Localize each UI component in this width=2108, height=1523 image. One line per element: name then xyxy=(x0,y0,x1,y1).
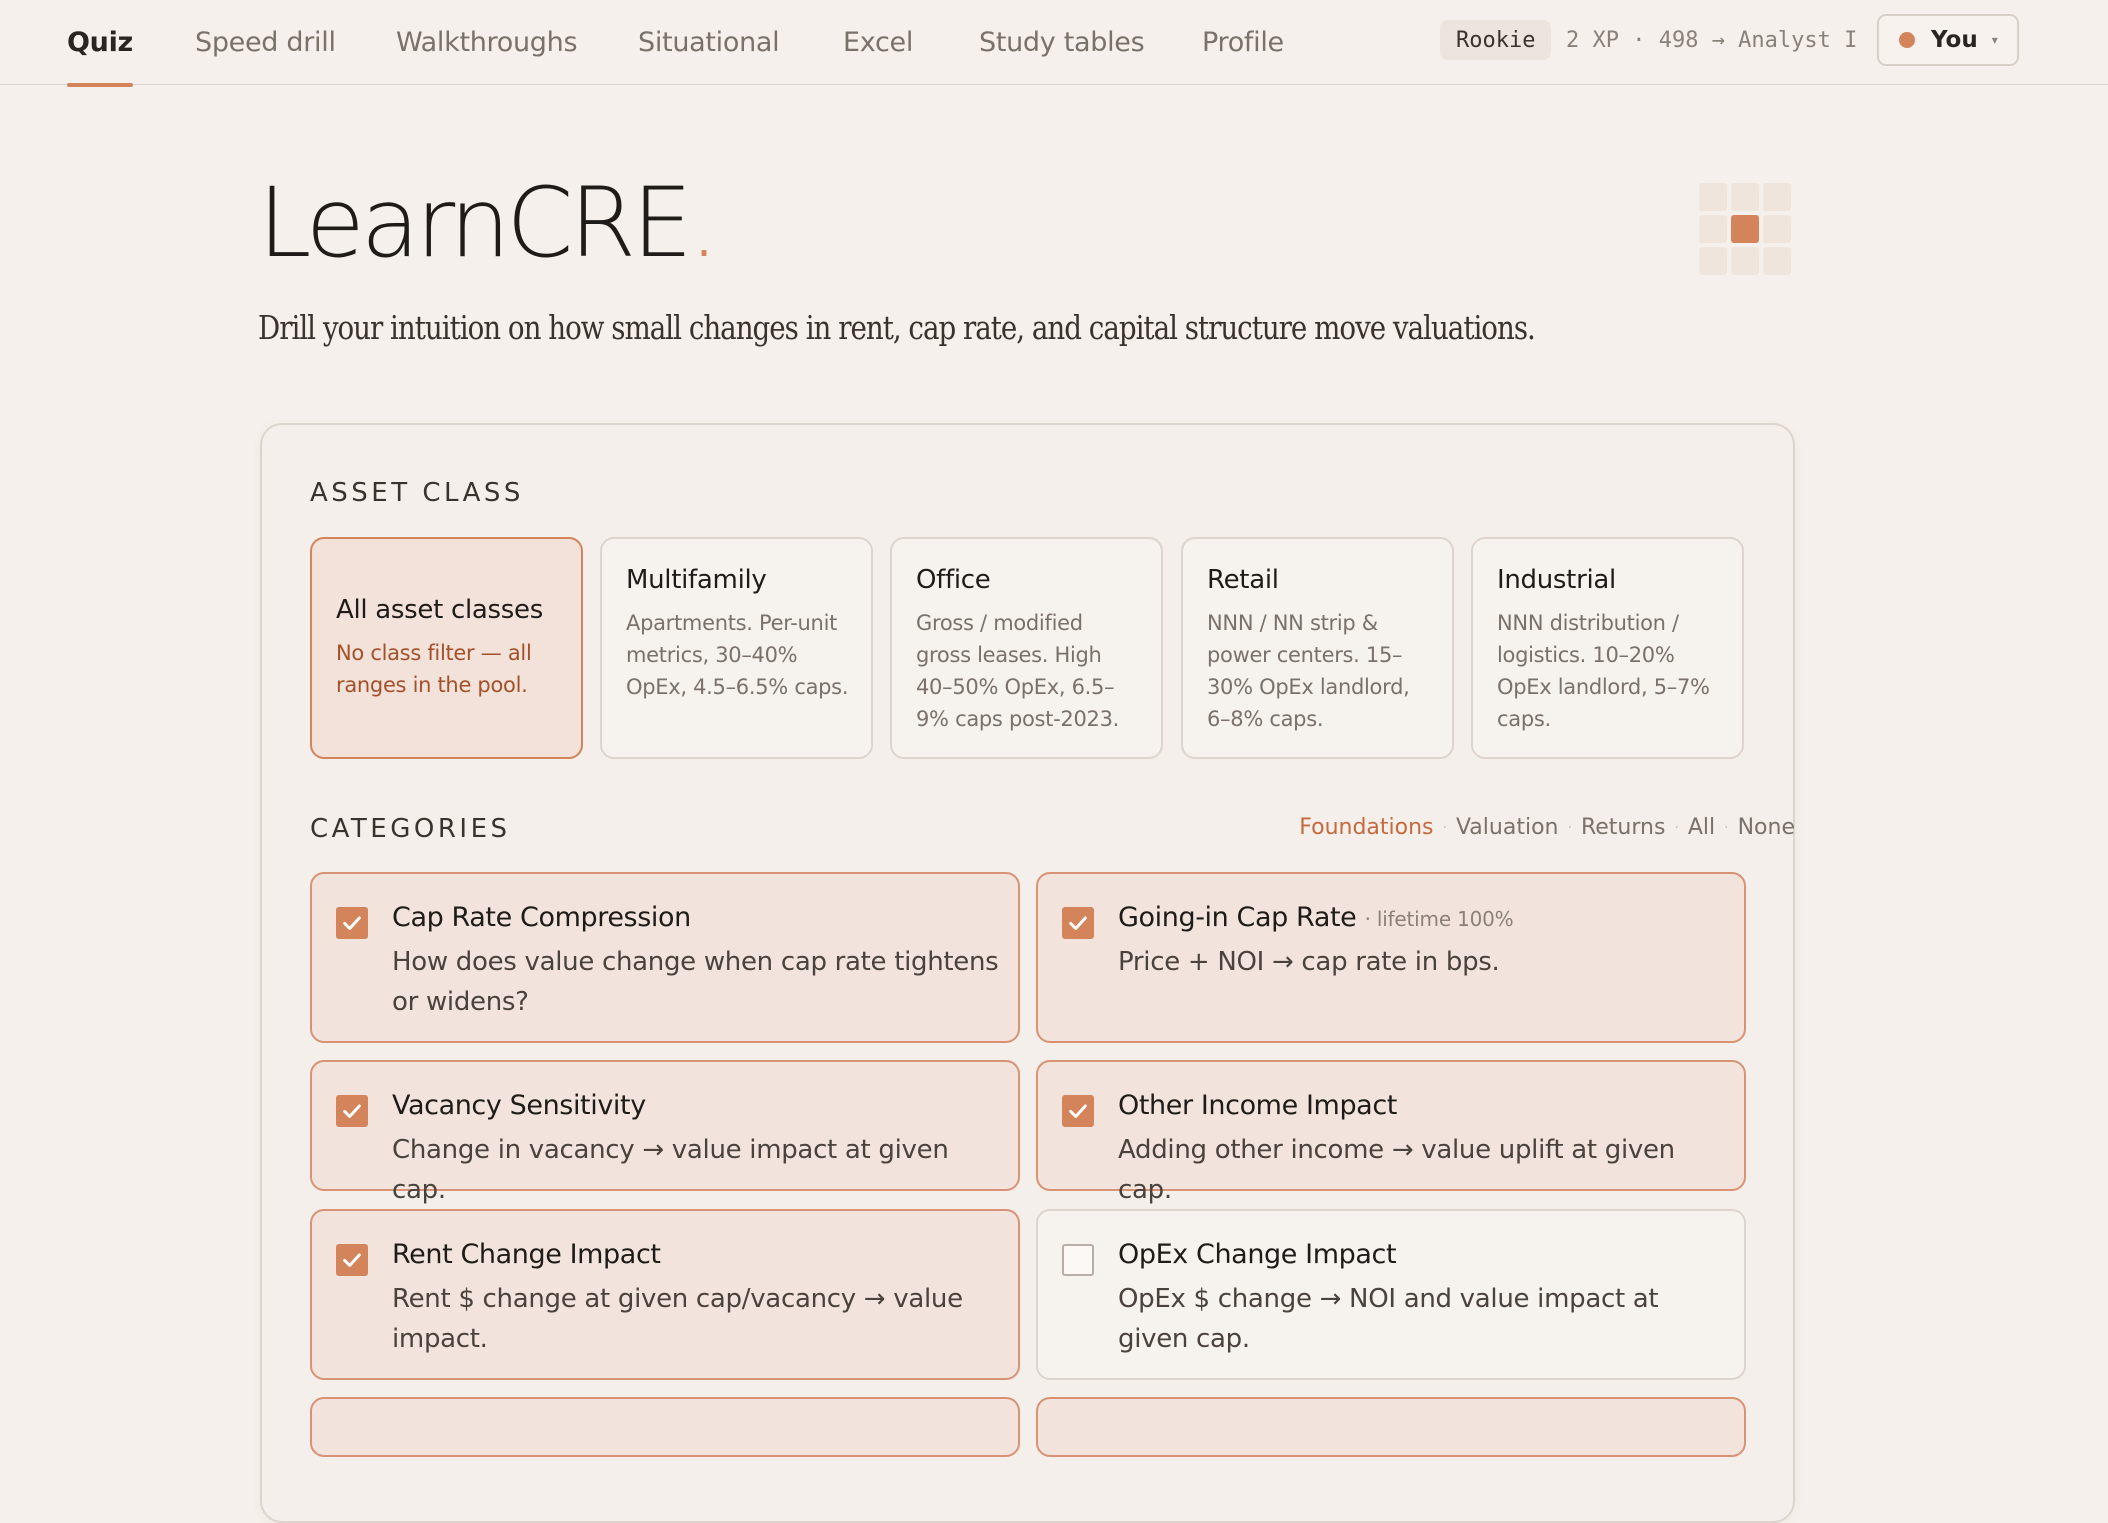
category-title: Vacancy Sensitivity xyxy=(392,1090,646,1121)
brand-title: LearnCRE. xyxy=(258,175,719,271)
category-other-income-impact[interactable]: Other Income Impact Adding other income … xyxy=(1036,1060,1746,1205)
category-title: Other Income Impact xyxy=(1118,1090,1397,1121)
filter-separator: · xyxy=(1442,819,1447,836)
category-opex-change-impact[interactable]: OpEx Change Impact OpEx $ change → NOI a… xyxy=(1036,1209,1746,1380)
tab-speed-drill[interactable]: Speed drill xyxy=(195,0,336,85)
logo-cell xyxy=(1763,183,1791,211)
category-rent-change-impact[interactable]: Rent Change Impact Rent $ change at give… xyxy=(310,1209,1020,1380)
category-desc: Price + NOI → cap rate in bps. xyxy=(1118,947,1500,977)
tab-excel[interactable]: Excel xyxy=(843,0,913,85)
category-title-text: Vacancy Sensitivity xyxy=(392,1090,646,1121)
category-desc: Rent $ change at given cap/vacancy → val… xyxy=(392,1284,963,1354)
asset-card-multifamily[interactable]: Multifamily Apartments. Per-unit metrics… xyxy=(600,537,873,759)
category-title-text: OpEx Change Impact xyxy=(1118,1239,1397,1270)
tab-situational[interactable]: Situational xyxy=(638,0,780,85)
category-vacancy-sensitivity[interactable]: Vacancy Sensitivity Change in vacancy → … xyxy=(310,1060,1020,1205)
logo-cell xyxy=(1699,247,1727,275)
user-menu-button[interactable]: You ▾ xyxy=(1877,14,2019,66)
category-card-next[interactable] xyxy=(1036,1397,1746,1457)
checkmark-icon xyxy=(343,1104,361,1118)
brand-name: LearnCRE xyxy=(258,167,693,279)
category-filter-links: Foundations · Valuation · Returns · All … xyxy=(1299,815,1795,840)
checkbox[interactable] xyxy=(1062,1095,1094,1127)
filter-returns[interactable]: Returns xyxy=(1581,815,1665,840)
checkbox[interactable] xyxy=(336,1244,368,1276)
tab-profile[interactable]: Profile xyxy=(1202,0,1284,85)
category-title-text: Cap Rate Compression xyxy=(392,902,691,933)
asset-card-title: All asset classes xyxy=(336,595,543,625)
asset-card-retail[interactable]: Retail NNN / NN strip & power centers. 1… xyxy=(1181,537,1454,759)
logo-cell xyxy=(1731,247,1759,275)
asset-card-desc: NNN distribution / logistics. 10–20% OpE… xyxy=(1497,611,1710,731)
tagline: Drill your intuition on how small change… xyxy=(258,308,1536,347)
asset-class-heading: ASSET CLASS xyxy=(310,478,524,508)
checkbox[interactable] xyxy=(336,1095,368,1127)
checkmark-icon xyxy=(343,1253,361,1267)
asset-card-title: Retail xyxy=(1207,565,1279,595)
chevron-down-icon: ▾ xyxy=(1991,33,1998,47)
logo-cell xyxy=(1763,247,1791,275)
asset-card-desc: No class filter — all ranges in the pool… xyxy=(336,641,532,697)
rank-badge: Rookie xyxy=(1440,20,1552,60)
asset-card-title: Office xyxy=(916,565,991,595)
category-desc: How does value change when cap rate tigh… xyxy=(392,947,999,1017)
category-title-text: Rent Change Impact xyxy=(392,1239,661,1270)
checkmark-icon xyxy=(343,916,361,930)
category-title-text: Other Income Impact xyxy=(1118,1090,1397,1121)
checkbox[interactable] xyxy=(1062,1244,1094,1276)
asset-card-desc: Gross / modified gross leases. High 40–5… xyxy=(916,611,1120,731)
filter-separator: · xyxy=(1674,819,1679,836)
user-status-dot xyxy=(1899,32,1915,48)
brand-dot: . xyxy=(688,167,719,279)
logo-cell xyxy=(1699,183,1727,211)
user-name: You xyxy=(1931,27,1978,53)
asset-card-desc: NNN / NN strip & power centers. 15–30% O… xyxy=(1207,611,1410,731)
filter-valuation[interactable]: Valuation xyxy=(1456,815,1559,840)
asset-card-office[interactable]: Office Gross / modified gross leases. Hi… xyxy=(890,537,1163,759)
asset-card-title: Multifamily xyxy=(626,565,767,595)
grid-logo-icon xyxy=(1699,183,1791,275)
logo-cell xyxy=(1699,215,1727,243)
asset-card-desc: Apartments. Per-unit metrics, 30–40% OpE… xyxy=(626,611,849,699)
asset-card-all[interactable]: All asset classes No class filter — all … xyxy=(310,537,583,759)
xp-progress-text: 2 XP · 498 → Analyst I xyxy=(1566,27,1858,53)
lifetime-score: · lifetime 100% xyxy=(1364,907,1514,931)
checkmark-icon xyxy=(1069,916,1087,930)
tab-walkthroughs[interactable]: Walkthroughs xyxy=(396,0,578,85)
filter-separator: · xyxy=(1724,819,1729,836)
filter-separator: · xyxy=(1567,819,1572,836)
category-title: Going-in Cap Rate · lifetime 100% xyxy=(1118,902,1514,933)
checkbox[interactable] xyxy=(1062,907,1094,939)
category-desc: OpEx $ change → NOI and value impact at … xyxy=(1118,1284,1659,1354)
checkmark-icon xyxy=(1069,1104,1087,1118)
category-going-in-cap-rate[interactable]: Going-in Cap Rate · lifetime 100% Price … xyxy=(1036,872,1746,1043)
top-nav: Quiz Speed drill Walkthroughs Situationa… xyxy=(0,0,2108,87)
asset-card-industrial[interactable]: Industrial NNN distribution / logistics.… xyxy=(1471,537,1744,759)
logo-cell-active xyxy=(1731,215,1759,243)
category-title: Cap Rate Compression xyxy=(392,902,691,933)
tab-quiz[interactable]: Quiz xyxy=(67,0,133,87)
categories-heading: CATEGORIES xyxy=(310,814,511,844)
category-desc: Change in vacancy → value impact at give… xyxy=(392,1135,949,1205)
asset-card-title: Industrial xyxy=(1497,565,1616,595)
category-card-next[interactable] xyxy=(310,1397,1020,1457)
category-title: OpEx Change Impact xyxy=(1118,1239,1397,1270)
logo-cell xyxy=(1763,215,1791,243)
checkbox[interactable] xyxy=(336,907,368,939)
filter-foundations[interactable]: Foundations xyxy=(1299,815,1433,840)
category-title-text: Going-in Cap Rate xyxy=(1118,902,1357,933)
tab-study-tables[interactable]: Study tables xyxy=(979,0,1145,85)
filter-none[interactable]: None xyxy=(1738,815,1795,840)
logo-cell xyxy=(1731,183,1759,211)
filter-all[interactable]: All xyxy=(1688,815,1715,840)
category-cap-rate-compression[interactable]: Cap Rate Compression How does value chan… xyxy=(310,872,1020,1043)
category-title: Rent Change Impact xyxy=(392,1239,661,1270)
category-desc: Adding other income → value uplift at gi… xyxy=(1118,1135,1675,1205)
